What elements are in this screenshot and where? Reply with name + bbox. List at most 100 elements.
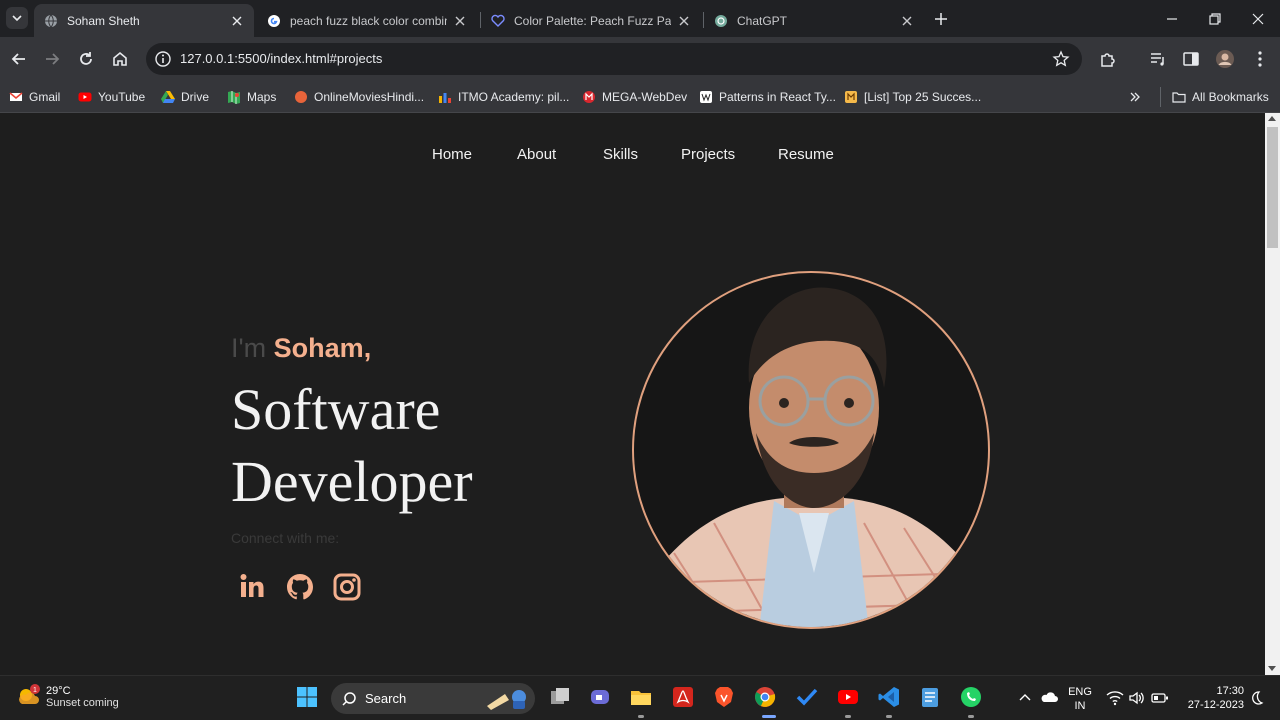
address-bar[interactable]: 127.0.0.1:5500/index.html#projects <box>146 43 1082 75</box>
chrome-icon[interactable] <box>753 685 777 709</box>
minimize-icon[interactable] <box>1163 10 1181 28</box>
focus-moon-icon[interactable] <box>1250 690 1264 706</box>
wifi-icon[interactable] <box>1106 690 1124 706</box>
clock[interactable]: 17:30 27-12-2023 <box>1180 684 1244 712</box>
language-line-1: ENG <box>1068 686 1092 698</box>
windows-taskbar: 1 29°C Sunset coming Search ENG IN 17:30… <box>0 675 1280 720</box>
bookmark-maps[interactable]: Maps <box>227 87 276 107</box>
nav-about[interactable]: About <box>517 146 556 163</box>
weather-cloud-icon: 1 <box>19 684 40 704</box>
search-label: Search <box>365 691 407 706</box>
weather-widget[interactable]: 1 29°C Sunset coming <box>16 684 119 710</box>
site-favicon-icon <box>295 91 307 103</box>
tab-color-palette[interactable]: Color Palette: Peach Fuzz Panto <box>481 4 701 37</box>
weather-badge: 1 <box>33 687 37 694</box>
bookmark-label: Patterns in React Ty... <box>719 90 836 104</box>
nav-resume[interactable]: Resume <box>778 146 834 163</box>
forward-icon[interactable] <box>42 49 62 69</box>
instagram-icon[interactable] <box>331 571 363 603</box>
nav-home[interactable]: Home <box>432 146 472 163</box>
scroll-down-arrow-icon[interactable] <box>1268 666 1276 671</box>
task-view-icon[interactable] <box>548 685 572 709</box>
portrait-illustration <box>635 287 988 627</box>
github-icon[interactable] <box>284 571 316 603</box>
windows-start-icon[interactable] <box>295 685 319 709</box>
bookmark-label: [List] Top 25 Succes... <box>864 90 982 104</box>
bookmark-gmail[interactable]: Gmail <box>9 87 60 107</box>
todo-icon[interactable] <box>795 685 819 709</box>
role-line-1: Software <box>231 377 441 442</box>
menu-dots-icon[interactable] <box>1250 49 1270 69</box>
tab-peach-fuzz-search[interactable]: peach fuzz black color combina <box>257 4 477 37</box>
language-indicator[interactable]: ENG IN <box>1066 685 1094 713</box>
chatgpt-icon <box>715 14 727 27</box>
bookmark-top-25[interactable]: [List] Top 25 Succes... <box>844 87 981 107</box>
extensions-icon[interactable] <box>1098 49 1118 69</box>
role-line-2: Developer <box>231 449 473 514</box>
home-icon[interactable] <box>110 49 130 69</box>
new-tab-icon[interactable] <box>932 10 950 28</box>
site-info-icon[interactable] <box>154 50 172 68</box>
volume-icon[interactable] <box>1128 690 1146 706</box>
youtube-app-icon[interactable] <box>836 685 860 709</box>
chevron-up-icon[interactable] <box>1018 691 1032 705</box>
tab-search-button[interactable] <box>6 7 28 29</box>
url-text[interactable]: 127.0.0.1:5500/index.html#projects <box>180 51 382 66</box>
close-icon[interactable] <box>230 14 244 28</box>
linkedin-icon[interactable] <box>237 571 269 603</box>
google-icon <box>268 14 280 27</box>
bookmark-label: OnlineMoviesHindi... <box>314 90 425 104</box>
tab-title: Soham Sheth <box>67 13 140 28</box>
mega-icon <box>583 91 595 103</box>
bookmark-drive[interactable]: Drive <box>161 87 209 107</box>
bookmark-youtube[interactable]: YouTube <box>78 87 145 107</box>
side-panel-icon[interactable] <box>1181 49 1201 69</box>
app-running-indicator <box>968 715 974 718</box>
page-scrollbar[interactable] <box>1265 113 1280 675</box>
tab-title: ChatGPT <box>737 13 788 28</box>
tab-chatgpt[interactable]: ChatGPT <box>704 4 924 37</box>
reload-icon[interactable] <box>76 49 96 69</box>
profile-avatar-icon[interactable] <box>1215 49 1235 69</box>
close-icon[interactable] <box>900 14 914 28</box>
taskbar-search[interactable]: Search <box>331 683 535 714</box>
back-icon[interactable] <box>9 49 29 69</box>
teams-chat-icon[interactable] <box>588 685 612 709</box>
site-favicon-icon <box>845 91 857 103</box>
app-active-indicator <box>762 715 776 718</box>
close-window-icon[interactable] <box>1249 10 1267 28</box>
all-bookmarks-label: All Bookmarks <box>1192 90 1269 104</box>
google-drive-icon <box>161 91 175 103</box>
bookmarks-bar: Gmail YouTube Drive Maps OnlineMoviesHin… <box>0 81 1280 113</box>
tab-soham-sheth[interactable]: Soham Sheth <box>34 4 254 37</box>
onedrive-icon[interactable] <box>1040 690 1058 704</box>
acrobat-icon[interactable] <box>671 685 695 709</box>
vscode-icon[interactable] <box>877 685 901 709</box>
tab-title: Color Palette: Peach Fuzz Panto <box>514 13 671 28</box>
battery-icon[interactable] <box>1151 691 1169 705</box>
brave-browser-icon[interactable] <box>712 685 736 709</box>
file-explorer-icon[interactable] <box>629 685 653 709</box>
media-controls-icon[interactable] <box>1148 49 1168 69</box>
connect-label: Connect with me: <box>231 530 340 546</box>
close-icon[interactable] <box>453 14 467 28</box>
whatsapp-icon[interactable] <box>959 685 983 709</box>
portfolio-page: Home About Skills Projects Resume I'm So… <box>0 113 1265 675</box>
clock-time: 17:30 <box>1216 685 1244 697</box>
bookmark-patterns-react[interactable]: Patterns in React Ty... <box>699 87 836 107</box>
close-icon[interactable] <box>677 14 691 28</box>
bookmark-star-icon[interactable] <box>1052 50 1070 68</box>
scrollbar-thumb[interactable] <box>1267 127 1278 248</box>
notepad-icon[interactable] <box>918 685 942 709</box>
chevron-right-double-icon[interactable] <box>1128 90 1142 104</box>
all-bookmarks-button[interactable]: All Bookmarks <box>1172 87 1269 107</box>
bookmark-mega-webdev[interactable]: MEGA-WebDev <box>582 87 687 107</box>
nav-skills[interactable]: Skills <box>603 146 638 163</box>
bookmark-itmo-academy[interactable]: ITMO Academy: pil... <box>438 87 569 107</box>
divider <box>1160 87 1161 107</box>
nav-projects[interactable]: Projects <box>681 146 735 163</box>
scroll-up-arrow-icon[interactable] <box>1268 116 1276 121</box>
restore-icon[interactable] <box>1206 10 1224 28</box>
bookmark-label: ITMO Academy: pil... <box>458 90 570 104</box>
bookmark-onlinemovieshindi[interactable]: OnlineMoviesHindi... <box>294 87 424 107</box>
